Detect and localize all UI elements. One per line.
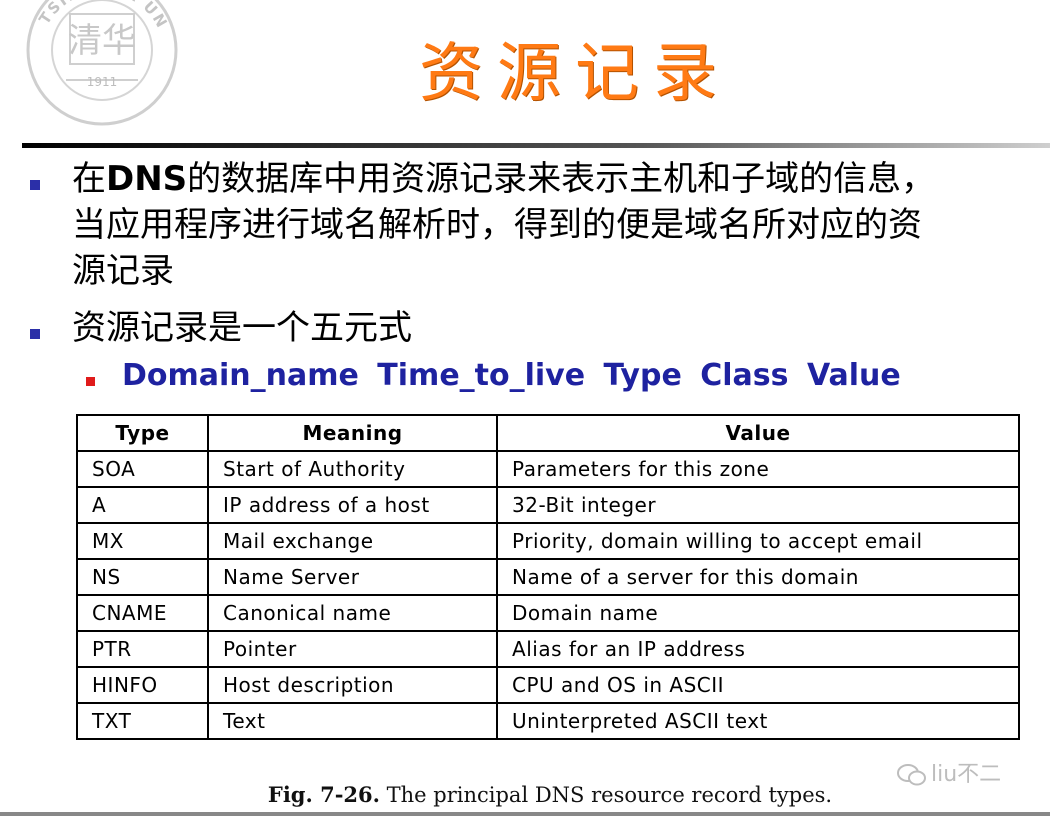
resource-record-format: Domain_name Time_to_live Type Class Valu… [122,358,901,393]
cell-value: Parameters for this zone [496,450,1020,488]
cell-type: A [76,486,209,524]
cell-meaning: Pointer [206,630,499,668]
title-divider [22,143,1050,148]
sub-bullet-marker [86,377,95,386]
cell-meaning: Canonical name [206,594,499,632]
bullet-1-line-3: 源记录 [72,251,174,291]
cell-value: Name of a server for this domain [496,558,1020,596]
cell-value: Alias for an IP address [496,630,1020,668]
bottom-border [0,812,1050,816]
cell-meaning: Text [206,702,499,740]
header-meaning: Meaning [206,414,499,452]
cell-type: NS [76,558,209,596]
cell-value: Uninterpreted ASCII text [496,702,1020,740]
header-type: Type [76,414,209,452]
table-row: NS Name Server Name of a server for this… [76,558,1020,596]
slide-title: 资源记录 [419,37,731,111]
table-row: SOA Start of Authority Parameters for th… [76,450,1020,488]
cell-meaning: IP address of a host [206,486,499,524]
cell-type: MX [76,522,209,560]
table-row: CNAME Canonical name Domain name [76,594,1020,632]
header-value: Value [496,414,1020,452]
bullet-paragraph-2: 资源记录是一个五元式 [72,308,412,348]
bullet-marker-2 [30,329,40,339]
figure-caption-text: The principal DNS resource record types. [379,783,833,807]
cell-type: HINFO [76,666,209,704]
bullet-marker-1 [30,180,40,190]
cell-meaning: Start of Authority [206,450,499,488]
bullet-1-line-2: 当应用程序进行域名解析时，得到的便是域名所对应的资 [72,205,922,245]
cell-type: CNAME [76,594,209,632]
bullet-paragraph-1: 在DNS的数据库中用资源记录来表示主机和子域的信息， 当应用程序进行域名解析时，… [72,156,935,294]
cell-value: Priority, domain willing to accept email [496,522,1020,560]
cell-type: TXT [76,702,209,740]
bullet-1-line-1: 在DNS的数据库中用资源记录来表示主机和子域的信息， [72,159,936,199]
dns-record-types-table: Type Meaning Value SOA Start of Authorit… [76,414,1020,740]
cell-value: CPU and OS in ASCII [496,666,1020,704]
table-row: A IP address of a host 32-Bit integer [76,486,1020,524]
table-row: MX Mail exchange Priority, domain willin… [76,522,1020,560]
cell-meaning: Host description [206,666,499,704]
cell-meaning: Name Server [206,558,499,596]
table-row: TXT Text Uninterpreted ASCII text [76,702,1020,740]
cell-value: 32-Bit integer [496,486,1020,524]
table-row: PTR Pointer Alias for an IP address [76,630,1020,668]
figure-caption: Fig. 7-26. The principal DNS resource re… [0,782,1050,807]
cell-type: PTR [76,630,209,668]
cell-value: Domain name [496,594,1020,632]
table-row: HINFO Host description CPU and OS in ASC… [76,666,1020,704]
table-header-row: Type Meaning Value [76,414,1020,452]
cell-meaning: Mail exchange [206,522,499,560]
cell-type: SOA [76,450,209,488]
figure-number: Fig. 7-26. [267,782,380,807]
